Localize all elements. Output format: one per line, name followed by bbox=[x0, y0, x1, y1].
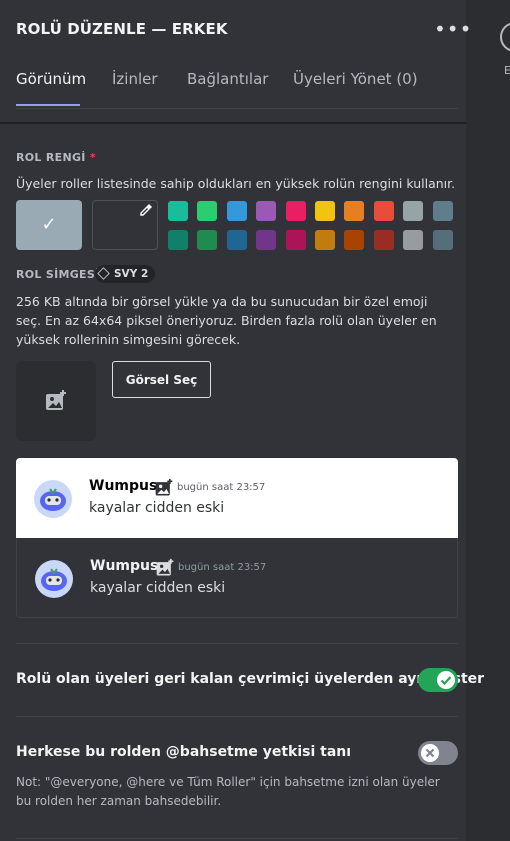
preview-timestamp: bugün saat 23:57 bbox=[177, 482, 266, 493]
color-swatch[interactable] bbox=[197, 230, 218, 250]
color-swatch[interactable] bbox=[285, 230, 306, 250]
color-swatch[interactable] bbox=[256, 230, 277, 250]
color-swatch[interactable] bbox=[168, 230, 188, 250]
role-color-label: ROL RENGİ * bbox=[16, 151, 96, 164]
preview-username: Wumpus bbox=[90, 558, 159, 574]
role-image-icon bbox=[154, 478, 174, 502]
select-image-button[interactable]: Görsel Seç bbox=[112, 361, 211, 398]
color-swatch[interactable] bbox=[373, 230, 394, 250]
toggle-knob bbox=[437, 671, 455, 689]
avatar bbox=[34, 480, 72, 518]
custom-color-swatch[interactable] bbox=[92, 200, 158, 250]
tab-permissions[interactable]: İzinler bbox=[112, 70, 158, 88]
color-swatch[interactable] bbox=[432, 201, 453, 221]
check-icon: ✓ bbox=[41, 214, 57, 235]
color-swatch[interactable] bbox=[285, 201, 306, 221]
role-image-icon bbox=[155, 558, 175, 582]
check-icon bbox=[440, 676, 452, 686]
page-title: ROLÜ DÜZENLE — ERKEK bbox=[16, 20, 228, 38]
color-swatch[interactable] bbox=[344, 230, 365, 250]
eyedropper-icon bbox=[139, 203, 153, 221]
boost-gem-icon bbox=[97, 267, 110, 280]
avatar bbox=[35, 560, 73, 598]
required-mark: * bbox=[89, 151, 96, 164]
display-separately-label: Rolü olan üyeleri geri kalan çevrimiçi ü… bbox=[16, 671, 485, 687]
tab-manage-members[interactable]: Üyeleri Yönet (0) bbox=[293, 70, 418, 88]
allow-mention-label: Herkese bu rolden @bahsetme yetkisi tanı bbox=[16, 744, 352, 760]
tab-appearance[interactable]: Görünüm bbox=[16, 70, 86, 88]
divider bbox=[16, 838, 458, 839]
role-icon-description: 256 KB altında bir görsel yükle ya da bu… bbox=[16, 294, 437, 347]
preview-username: Wumpus bbox=[89, 478, 158, 494]
color-swatch[interactable] bbox=[315, 201, 335, 221]
preview-message: kayalar cidden eski bbox=[90, 580, 226, 596]
x-icon bbox=[425, 748, 435, 758]
color-swatch[interactable] bbox=[226, 201, 247, 221]
toggle-knob bbox=[421, 744, 439, 762]
more-options-icon[interactable]: ••• bbox=[434, 19, 472, 39]
message-preview-light: Wumpus bugün saat 23:57 kayalar cidden e… bbox=[16, 458, 458, 538]
color-swatch[interactable] bbox=[344, 201, 365, 221]
server-level-badge: SVY 2 bbox=[95, 265, 156, 283]
role-icon-upload[interactable] bbox=[16, 361, 96, 441]
color-swatch[interactable] bbox=[226, 230, 247, 250]
message-preview-dark: Wumpus bugün saat 23:57 kayalar cidden e… bbox=[16, 538, 458, 618]
esc-hint-letter: E bbox=[504, 64, 510, 77]
color-swatch[interactable] bbox=[373, 201, 394, 221]
right-panel-edge bbox=[466, 0, 510, 841]
default-color-swatch[interactable]: ✓ bbox=[16, 200, 82, 250]
role-icon-label: ROL SİMGESİ bbox=[16, 268, 100, 281]
color-swatch[interactable] bbox=[403, 201, 424, 221]
color-swatch[interactable] bbox=[315, 230, 335, 250]
color-swatch[interactable] bbox=[168, 201, 188, 221]
tab-links[interactable]: Bağlantılar bbox=[187, 70, 268, 88]
tab-bar: Görünüm İzinler Bağlantılar Üyeleri Yöne… bbox=[16, 68, 458, 109]
preview-message: kayalar cidden eski bbox=[89, 500, 225, 516]
display-separately-toggle[interactable] bbox=[418, 668, 458, 692]
role-color-description: Üyeler roller listesinde sahip oldukları… bbox=[16, 176, 456, 191]
mention-note: Not: "@everyone, @here ve Tüm Roller" iç… bbox=[16, 775, 440, 808]
active-tab-indicator bbox=[16, 104, 80, 106]
color-swatch[interactable] bbox=[256, 201, 277, 221]
scroll-divider bbox=[0, 122, 466, 124]
color-swatch[interactable] bbox=[197, 201, 218, 221]
divider bbox=[16, 716, 458, 717]
image-plus-icon bbox=[44, 389, 68, 417]
color-swatch[interactable] bbox=[403, 230, 424, 250]
preview-timestamp: bugün saat 23:57 bbox=[178, 562, 267, 573]
color-swatch[interactable] bbox=[432, 230, 453, 250]
divider bbox=[16, 643, 458, 644]
allow-mention-toggle[interactable] bbox=[418, 741, 458, 765]
